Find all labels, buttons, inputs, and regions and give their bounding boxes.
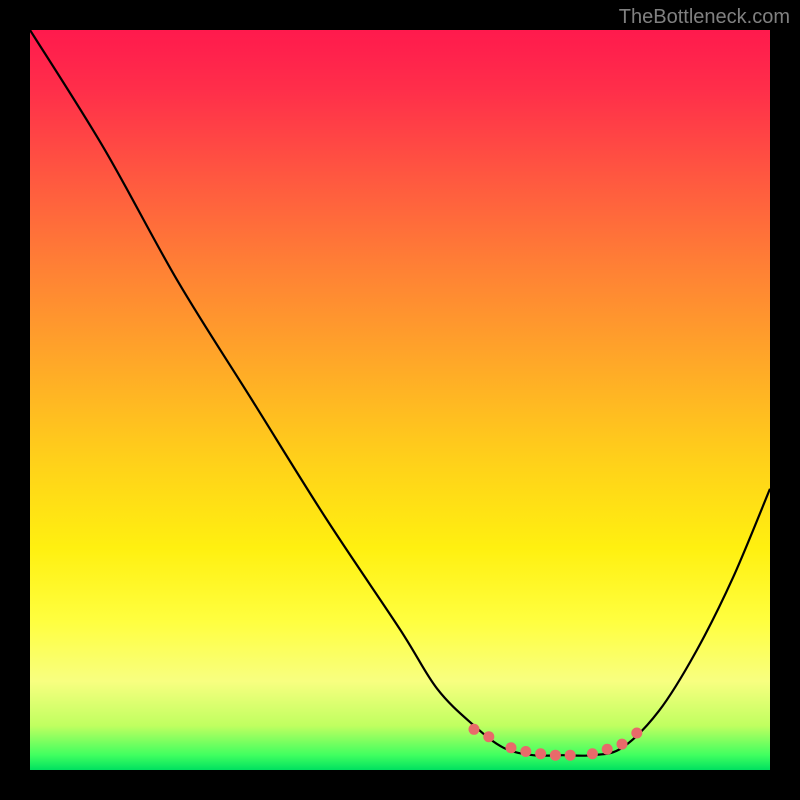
highlight-dot xyxy=(520,746,531,757)
highlight-dot xyxy=(617,739,628,750)
highlight-dot xyxy=(483,731,494,742)
highlight-dot xyxy=(565,750,576,761)
chart-container: TheBottleneck.com xyxy=(0,0,800,800)
watermark-text: TheBottleneck.com xyxy=(619,6,790,29)
highlight-dot xyxy=(587,748,598,759)
plot-area xyxy=(30,30,770,770)
highlight-dot xyxy=(469,724,480,735)
bottleneck-curve xyxy=(30,30,770,756)
highlight-dot xyxy=(602,744,613,755)
highlight-dot xyxy=(631,728,642,739)
chart-svg xyxy=(30,30,770,770)
highlight-dot xyxy=(535,748,546,759)
highlight-dot xyxy=(506,742,517,753)
highlight-dot xyxy=(550,750,561,761)
